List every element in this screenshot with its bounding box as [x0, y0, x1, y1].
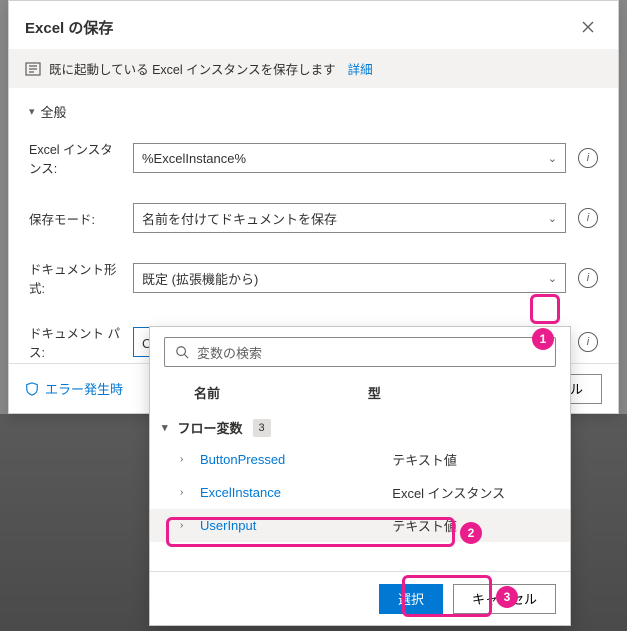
format-label: ドキュメント形式: [29, 259, 121, 297]
excel-save-icon [25, 61, 41, 77]
info-icon[interactable]: i [578, 148, 598, 168]
format-select[interactable]: 既定 (拡張機能から) ⌄ [133, 263, 566, 293]
group-count-badge: 3 [253, 419, 271, 437]
variable-row-buttonpressed[interactable]: › ButtonPressed テキスト値 [150, 443, 570, 476]
variable-search-input[interactable]: 変数の検索 [164, 337, 556, 367]
chevron-down-icon: ▾ [29, 105, 35, 118]
instance-value: %ExcelInstance% [142, 151, 246, 166]
flow-variables-group[interactable]: ▾ フロー変数 3 [150, 412, 570, 443]
path-label: ドキュメント パス: [29, 323, 121, 361]
chevron-right-icon: › [180, 487, 190, 498]
select-button[interactable]: 選択 [379, 584, 443, 614]
info-icon[interactable]: i [578, 208, 598, 228]
variable-picker-popover: 変数の検索 名前 型 ▾ フロー変数 3 › ButtonPressed テキス… [149, 326, 571, 626]
column-type-header: 型 [368, 383, 526, 402]
instance-label: Excel インスタンス: [29, 139, 121, 177]
chevron-down-icon: ⌄ [548, 272, 557, 285]
variable-row-userinput[interactable]: › UserInput テキスト値 [150, 509, 570, 542]
dialog-title: Excel の保存 [25, 17, 113, 38]
popover-cancel-button[interactable]: キャンセル [453, 584, 556, 614]
chevron-down-icon: ⌄ [548, 152, 557, 165]
info-bar: 既に起動している Excel インスタンスを保存します 詳細 [9, 49, 618, 88]
column-name-header: 名前 [194, 383, 368, 402]
instance-select[interactable]: %ExcelInstance% ⌄ [133, 143, 566, 173]
info-icon[interactable]: i [578, 332, 598, 352]
close-button[interactable] [574, 13, 602, 41]
info-details-link[interactable]: 詳細 [348, 59, 373, 78]
variable-row-excelinstance[interactable]: › ExcelInstance Excel インスタンス [150, 476, 570, 509]
section-general-label: 全般 [41, 102, 67, 121]
on-error-link[interactable]: エラー発生時 [25, 379, 123, 398]
close-icon [582, 21, 594, 33]
group-label: フロー変数 [178, 418, 243, 437]
chevron-right-icon: › [180, 454, 190, 465]
search-icon [175, 345, 189, 359]
chevron-right-icon: › [180, 520, 190, 531]
mode-select[interactable]: 名前を付けてドキュメントを保存 ⌄ [133, 203, 566, 233]
format-value: 既定 (拡張機能から) [142, 269, 258, 288]
chevron-down-icon: ▾ [162, 421, 168, 434]
mode-label: 保存モード: [29, 209, 121, 228]
shield-icon [25, 382, 39, 396]
chevron-down-icon: ⌄ [548, 212, 557, 225]
info-icon[interactable]: i [578, 268, 598, 288]
mode-value: 名前を付けてドキュメントを保存 [142, 209, 337, 228]
section-general-toggle[interactable]: ▾ 全般 [29, 96, 598, 133]
search-placeholder: 変数の検索 [197, 343, 262, 362]
info-text: 既に起動している Excel インスタンスを保存します [49, 59, 336, 78]
